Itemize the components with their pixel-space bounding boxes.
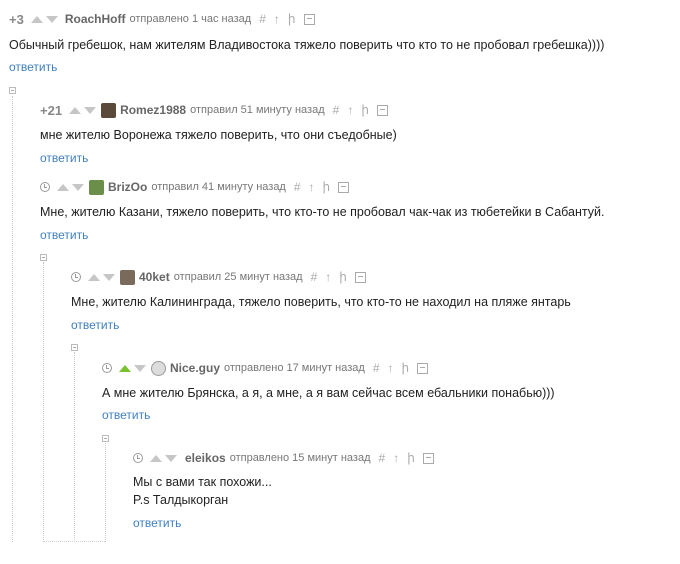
comment-text-line2: P.s Талдыкорган	[133, 493, 229, 507]
arrow-up-icon[interactable]: ↑	[393, 451, 399, 465]
reply-link[interactable]: ответить	[71, 318, 119, 332]
comment-time: отправлено 17 минут назад	[224, 362, 365, 374]
branch-icon[interactable]: ի	[339, 270, 347, 284]
comment-header: BrizOo отправил 41 минуту назад # ↑ ի	[40, 179, 357, 195]
author-link[interactable]: RoachHoff	[65, 12, 126, 26]
comment-text: Мне, жителю Казани, тяжело поверить, что…	[40, 205, 605, 219]
arrow-up-icon[interactable]: ↑	[388, 361, 394, 375]
branch-icon[interactable]: ի	[323, 180, 331, 194]
arrow-up-icon[interactable]: ↑	[325, 270, 331, 284]
comment-tools: # ↑ ի	[373, 361, 436, 375]
comment-time: отправил 25 минут назад	[173, 271, 303, 283]
author-link[interactable]: eleikos	[185, 451, 226, 465]
avatar[interactable]	[120, 269, 135, 285]
upvote-icon[interactable]	[150, 454, 162, 462]
clock-icon	[71, 272, 81, 282]
save-icon[interactable]	[376, 104, 388, 116]
hash-icon[interactable]: #	[333, 103, 340, 117]
collapse-icon[interactable]	[102, 435, 109, 442]
hash-icon[interactable]: #	[294, 180, 301, 194]
reply-link[interactable]: ответить	[133, 516, 181, 530]
branch-icon[interactable]: ի	[361, 103, 369, 117]
thread-line	[12, 96, 13, 542]
comment-time: отправлено 1 час назад	[129, 13, 252, 25]
downvote-icon[interactable]	[45, 15, 58, 23]
save-icon[interactable]	[338, 181, 350, 193]
comment-header: +21 Romez1988 отправил 51 минуту назад #…	[40, 102, 396, 118]
downvote-icon[interactable]	[165, 454, 177, 462]
thread-line	[74, 352, 75, 542]
comment-time: отправил 41 минуту назад	[151, 181, 286, 193]
hash-icon[interactable]: #	[379, 451, 386, 465]
comment-tools: # ↑ ի	[333, 103, 396, 117]
avatar[interactable]	[89, 179, 104, 195]
clock-icon	[40, 182, 50, 192]
comment-header: Nice.guy отправлено 17 минут назад # ↑ ի	[102, 360, 436, 376]
thread-line	[43, 262, 44, 542]
avatar[interactable]	[101, 102, 117, 118]
reply-link[interactable]: ответить	[102, 408, 150, 422]
save-icon[interactable]	[303, 13, 315, 25]
upvote-icon[interactable]	[88, 273, 100, 281]
thread-line	[105, 443, 106, 542]
downvote-icon[interactable]	[134, 364, 146, 372]
author-link[interactable]: BrizOo	[108, 180, 147, 194]
downvote-icon[interactable]	[84, 106, 97, 114]
hash-icon[interactable]: #	[373, 361, 380, 375]
downvote-icon[interactable]	[72, 183, 84, 191]
comment-tools: # ↑ ի	[259, 12, 322, 26]
reply-link[interactable]: ответить	[9, 60, 57, 74]
author-link[interactable]: Romez1988	[120, 103, 186, 117]
branch-icon[interactable]: ի	[288, 12, 296, 26]
comment-text: Мне, жителю Калининграда, тяжело поверит…	[71, 295, 571, 309]
comment-rating: +21	[40, 102, 63, 118]
comment-rating: +3	[9, 11, 24, 27]
avatar[interactable]	[151, 360, 166, 376]
upvote-icon[interactable]	[30, 15, 43, 23]
save-icon[interactable]	[417, 362, 429, 374]
reply-link[interactable]: ответить	[40, 151, 88, 165]
hash-icon[interactable]: #	[259, 12, 266, 26]
comment-tools: # ↑ ի	[294, 180, 357, 194]
comment-tools: # ↑ ի	[311, 270, 374, 284]
arrow-up-icon[interactable]: ↑	[347, 103, 353, 117]
collapse-icon[interactable]	[40, 254, 47, 261]
comment-time: отправил 51 минуту назад	[190, 104, 325, 116]
comment-header: 40ket отправил 25 минут назад # ↑ ի	[71, 269, 374, 285]
clock-icon	[133, 453, 143, 463]
comment-time: отправлено 15 минут назад	[229, 452, 371, 464]
upvote-icon[interactable]	[119, 364, 131, 372]
hash-icon[interactable]: #	[311, 270, 318, 284]
arrow-up-icon[interactable]: ↑	[274, 12, 280, 26]
comment-text: А мне жителю Брянска, а я, а мне, а я ва…	[102, 386, 555, 400]
comment-header: eleikos отправлено 15 минут назад # ↑ ի	[133, 450, 442, 466]
save-icon[interactable]	[354, 271, 366, 283]
upvote-icon[interactable]	[69, 106, 82, 114]
comment-header: +3 RoachHoff отправлено 1 час назад # ↑ …	[9, 11, 323, 27]
save-icon[interactable]	[422, 452, 434, 464]
reply-link[interactable]: ответить	[40, 228, 88, 242]
comment-text: Мы с вами так похожи...	[133, 475, 272, 489]
branch-icon[interactable]: ի	[407, 451, 415, 465]
comment-text: Обычный гребешок, нам жителям Владивосто…	[9, 38, 605, 52]
branch-icon[interactable]: ի	[402, 361, 410, 375]
author-link[interactable]: 40ket	[139, 270, 170, 284]
comment-text: мне жителю Воронежа тяжело поверить, что…	[40, 128, 397, 142]
thread-bottom-line	[44, 541, 105, 542]
clock-icon	[102, 363, 112, 373]
collapse-icon[interactable]	[9, 87, 16, 94]
upvote-icon[interactable]	[57, 183, 69, 191]
author-link[interactable]: Nice.guy	[170, 361, 220, 375]
comment-tools: # ↑ ի	[379, 451, 442, 465]
arrow-up-icon[interactable]: ↑	[309, 180, 315, 194]
downvote-icon[interactable]	[103, 273, 115, 281]
collapse-icon[interactable]	[71, 344, 78, 351]
